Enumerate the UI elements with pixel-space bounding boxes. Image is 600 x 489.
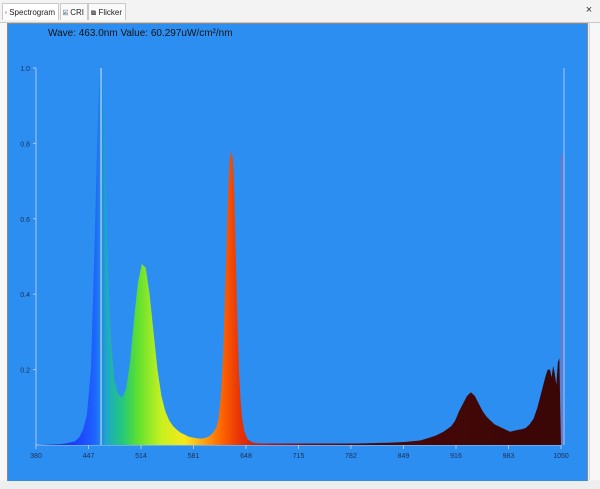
x-tick-label: 380 — [30, 453, 42, 460]
x-tick-label: 916 — [450, 453, 462, 460]
left-edge — [0, 23, 7, 480]
x-tick-label: 849 — [398, 453, 410, 460]
close-button[interactable]: × — [583, 4, 595, 16]
flicker-icon — [91, 9, 96, 15]
status-strip — [0, 481, 600, 489]
y-tick-label: 1.0 — [20, 66, 30, 73]
x-tick-label: 715 — [293, 453, 305, 460]
spectrum-area — [36, 68, 561, 445]
x-tick-label: 581 — [188, 453, 200, 460]
x-tick-label: 782 — [345, 453, 357, 460]
close-icon: × — [585, 4, 593, 16]
y-tick-label: 0.6 — [20, 217, 30, 224]
cri-icon — [63, 9, 69, 15]
tab-bar: Spectrogram CRI Flicker × — [0, 0, 600, 23]
x-tick-label: 514 — [135, 453, 147, 460]
y-tick-label: 0.8 — [20, 141, 30, 148]
y-tick-label: 0.2 — [20, 368, 30, 375]
spectrum-chart[interactable]: 0.2 0.4 0.6 0.8 1.0 380 447 514 581 648 715 782 849 9… — [8, 24, 587, 481]
tab-flicker[interactable]: Flicker — [88, 3, 126, 20]
right-panel-edge — [589, 23, 600, 480]
spectrogram-icon — [5, 10, 8, 14]
x-tick-label: 1050 — [553, 453, 569, 460]
tab-flicker-label: Flicker — [98, 7, 122, 17]
tab-spectrogram-label: Spectrogram — [9, 7, 55, 17]
tab-cri[interactable]: CRI — [60, 3, 88, 20]
wave-value-readout: Wave: 463.0nm Value: 60.297uW/cm²/nm — [48, 28, 233, 39]
x-tick-label: 983 — [503, 453, 515, 460]
spectrum-plot[interactable]: 0.2 0.4 0.6 0.8 1.0 380 447 514 581 648 715 782 849 9… — [7, 23, 588, 482]
x-tick-label: 447 — [83, 453, 95, 460]
tab-spectrogram[interactable]: Spectrogram — [2, 3, 59, 20]
tab-cri-label: CRI — [70, 7, 84, 17]
x-tick-label: 648 — [240, 453, 252, 460]
y-tick-label: 0.4 — [20, 292, 30, 299]
